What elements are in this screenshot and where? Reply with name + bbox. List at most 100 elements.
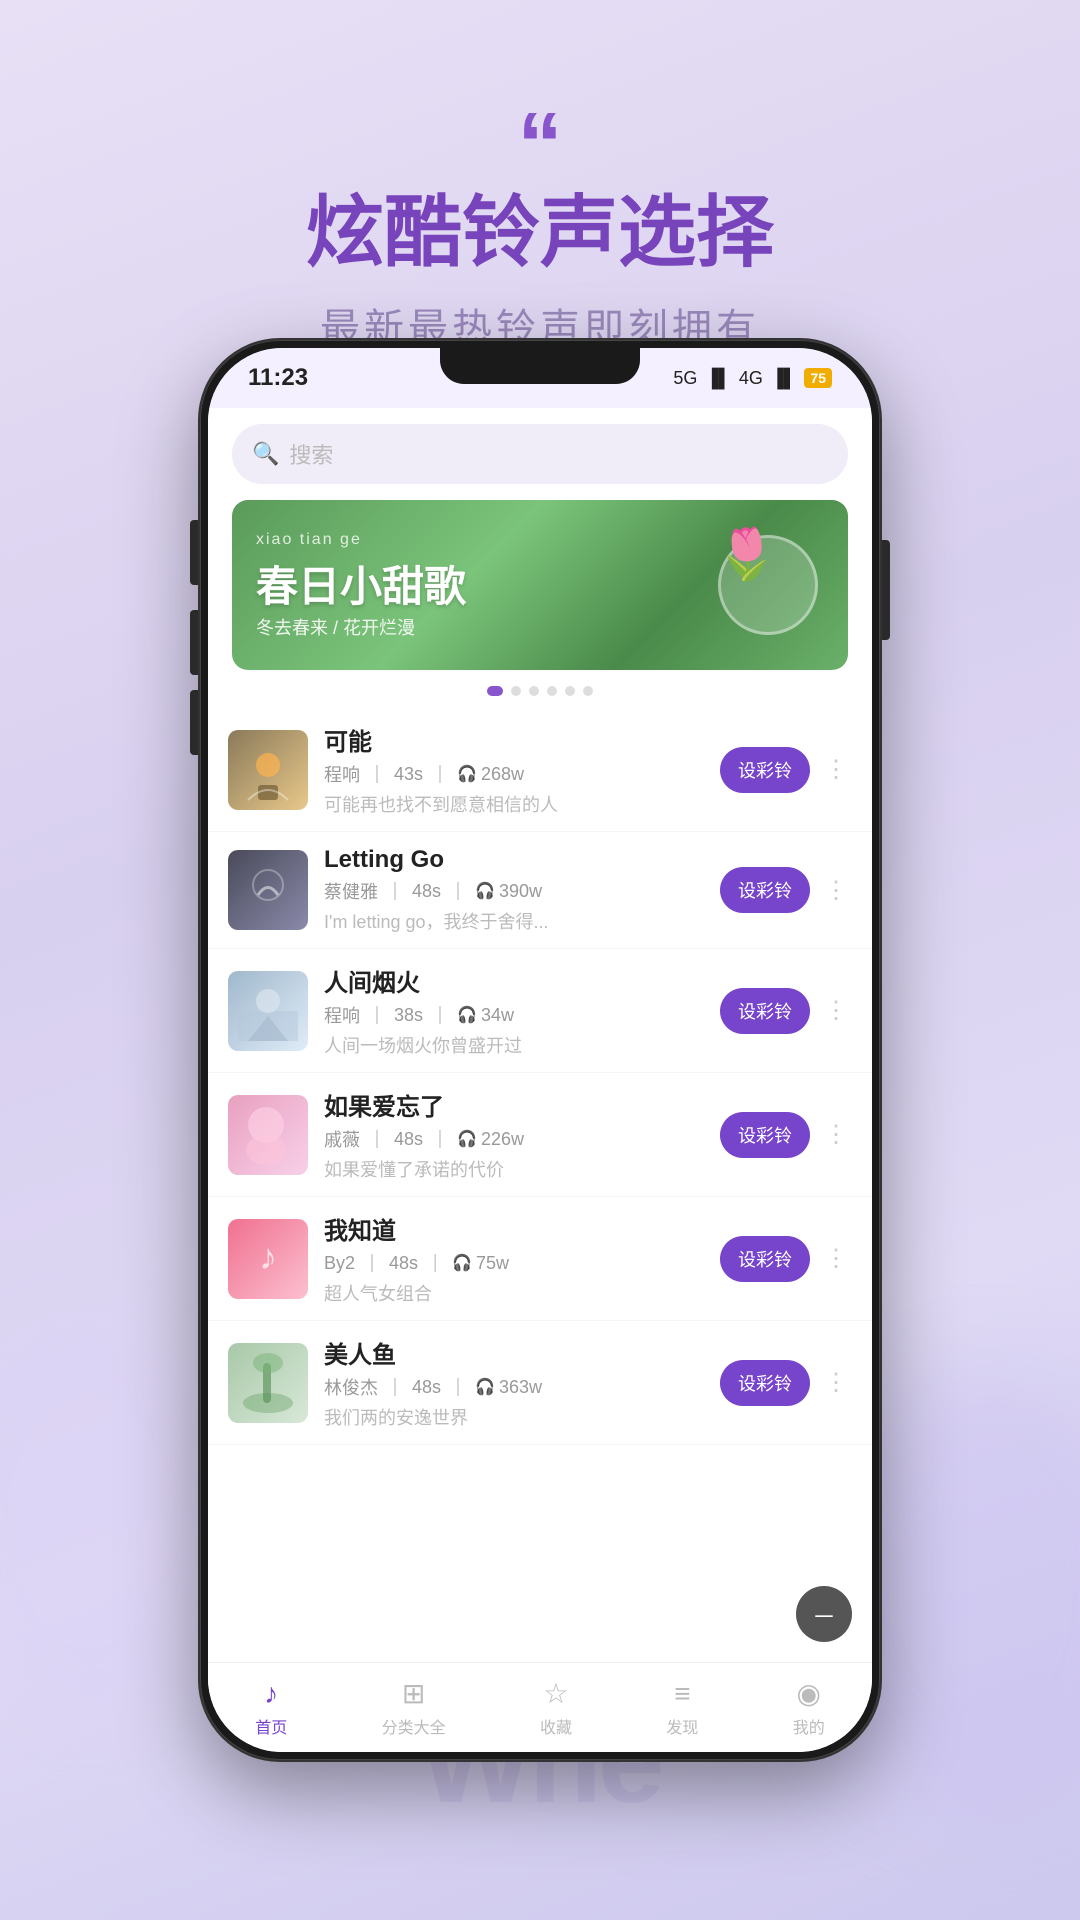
search-bar[interactable]: 🔍 搜索 xyxy=(232,424,848,484)
song-meta-2: 蔡健雅 ｜ 48s ｜ 🎧390w xyxy=(324,878,704,904)
more-btn-4[interactable]: ⋮ xyxy=(820,1116,852,1153)
song-desc-1: 可能再也找不到愿意相信的人 xyxy=(324,791,704,817)
song-title-2: Letting Go xyxy=(324,846,704,874)
song-cover-4 xyxy=(228,1095,308,1175)
banner-dot-6[interactable] xyxy=(583,686,593,696)
status-icons: 5G ▐▌ 4G ▐▌ 75 xyxy=(673,368,832,389)
song-title-1: 可能 xyxy=(324,722,704,757)
phone-notch xyxy=(440,348,640,384)
song-duration-5: 48s xyxy=(389,1253,418,1274)
song-list: 可能 程响 ｜ 43s ｜ 🎧268w 可能再也找不到愿意相信的人 设彩铃 ⋮ … xyxy=(208,708,872,1662)
set-ringtone-btn-3[interactable]: 设彩铃 xyxy=(720,988,810,1034)
song-info-6: 美人鱼 林俊杰 ｜ 48s ｜ 🎧363w 我们两的安逸世界 xyxy=(324,1335,704,1430)
more-btn-3[interactable]: ⋮ xyxy=(820,992,852,1029)
song-actions-1: 设彩铃 ⋮ xyxy=(720,747,852,793)
song-sep2: ｜ xyxy=(431,1002,449,1028)
nav-label-profile: 我的 xyxy=(793,1714,825,1738)
song-info-2: Letting Go 蔡健雅 ｜ 48s ｜ 🎧390w I'm letting… xyxy=(324,846,704,934)
song-desc-5: 超人气女组合 xyxy=(324,1280,704,1306)
song-meta-4: 戚薇 ｜ 48s ｜ 🎧226w xyxy=(324,1126,704,1152)
song-item-2: Letting Go 蔡健雅 ｜ 48s ｜ 🎧390w I'm letting… xyxy=(208,832,872,949)
song-plays-5: 🎧75w xyxy=(452,1253,509,1274)
song-actions-5: 设彩铃 ⋮ xyxy=(720,1236,852,1282)
header-quote: “ xyxy=(0,100,1080,190)
song-duration-3: 38s xyxy=(394,1005,423,1026)
set-ringtone-btn-1[interactable]: 设彩铃 xyxy=(720,747,810,793)
signal-bars-1: ▐▌ xyxy=(705,368,731,389)
headphone-icon: 🎧 xyxy=(457,764,477,784)
banner-dot-2[interactable] xyxy=(511,686,521,696)
headphone-icon: 🎧 xyxy=(457,1005,477,1025)
set-ringtone-btn-6[interactable]: 设彩铃 xyxy=(720,1360,810,1406)
nav-item-profile[interactable]: ◉ 我的 xyxy=(793,1677,825,1738)
song-info-3: 人间烟火 程响 ｜ 38s ｜ 🎧34w 人间一场烟火你曾盛开过 xyxy=(324,963,704,1058)
song-item-1: 可能 程响 ｜ 43s ｜ 🎧268w 可能再也找不到愿意相信的人 设彩铃 ⋮ xyxy=(208,708,872,832)
song-info-5: 我知道 By2 ｜ 48s ｜ 🎧75w 超人气女组合 xyxy=(324,1211,704,1306)
set-ringtone-btn-4[interactable]: 设彩铃 xyxy=(720,1112,810,1158)
nav-item-favorites[interactable]: ☆ 收藏 xyxy=(540,1677,572,1738)
song-sep2: ｜ xyxy=(426,1250,444,1276)
float-action-button[interactable]: － xyxy=(796,1586,852,1642)
banner-dot-4[interactable] xyxy=(547,686,557,696)
set-ringtone-btn-5[interactable]: 设彩铃 xyxy=(720,1236,810,1282)
search-icon: 🔍 xyxy=(252,441,279,467)
bottom-nav: ♪ 首页 ⊞ 分类大全 ☆ 收藏 ≡ 发现 ◉ 我的 xyxy=(208,1662,872,1752)
song-duration-6: 48s xyxy=(412,1377,441,1398)
svg-text:♪: ♪ xyxy=(259,1236,277,1277)
phone-shell: 11:23 5G ▐▌ 4G ▐▌ 75 🔍 搜索 xyxy=(200,340,880,1760)
banner-title-en: xiao tian ge xyxy=(256,531,824,549)
song-plays-6: 🎧363w xyxy=(475,1377,542,1398)
nav-item-home[interactable]: ♪ 首页 xyxy=(255,1678,287,1738)
song-sep2: ｜ xyxy=(449,878,467,904)
song-plays-3: 🎧34w xyxy=(457,1005,514,1026)
banner-dot-3[interactable] xyxy=(529,686,539,696)
song-meta-5: By2 ｜ 48s ｜ 🎧75w xyxy=(324,1250,704,1276)
more-btn-5[interactable]: ⋮ xyxy=(820,1240,852,1277)
song-actions-4: 设彩铃 ⋮ xyxy=(720,1112,852,1158)
more-btn-1[interactable]: ⋮ xyxy=(820,751,852,788)
header-title: 炫酷铃声选择 xyxy=(0,190,1080,276)
song-item-3: 人间烟火 程响 ｜ 38s ｜ 🎧34w 人间一场烟火你曾盛开过 设彩铃 ⋮ xyxy=(208,949,872,1073)
signal-5g-icon: 5G xyxy=(673,368,697,389)
banner-content: xiao tian ge 春日小甜歌 冬去春来 / 花开烂漫 xyxy=(232,500,848,670)
song-desc-6: 我们两的安逸世界 xyxy=(324,1404,704,1430)
more-btn-6[interactable]: ⋮ xyxy=(820,1364,852,1401)
nav-label-category: 分类大全 xyxy=(382,1714,446,1738)
headphone-icon: 🎧 xyxy=(475,1377,495,1397)
song-desc-2: I'm letting go，我终于舍得... xyxy=(324,908,704,934)
more-btn-2[interactable]: ⋮ xyxy=(820,872,852,909)
song-artist-2: 蔡健雅 xyxy=(324,878,378,904)
song-duration-2: 48s xyxy=(412,881,441,902)
song-sep1: ｜ xyxy=(368,1002,386,1028)
banner-dot-1[interactable] xyxy=(487,686,503,696)
set-ringtone-btn-2[interactable]: 设彩铃 xyxy=(720,867,810,913)
song-cover-6 xyxy=(228,1343,308,1423)
song-sep2: ｜ xyxy=(449,1374,467,1400)
song-item-6: 美人鱼 林俊杰 ｜ 48s ｜ 🎧363w 我们两的安逸世界 设彩铃 ⋮ xyxy=(208,1321,872,1445)
song-sep2: ｜ xyxy=(431,1126,449,1152)
song-item-4: 如果爱忘了 戚薇 ｜ 48s ｜ 🎧226w 如果爱懂了承诺的代价 设彩铃 ⋮ xyxy=(208,1073,872,1197)
song-artist-3: 程响 xyxy=(324,1002,360,1028)
headphone-icon: 🎧 xyxy=(452,1253,472,1273)
song-meta-1: 程响 ｜ 43s ｜ 🎧268w xyxy=(324,761,704,787)
banner-dot-5[interactable] xyxy=(565,686,575,696)
search-placeholder-text: 搜索 xyxy=(289,438,333,470)
nav-label-home: 首页 xyxy=(255,1714,287,1738)
nav-icon-profile: ◉ xyxy=(797,1677,821,1710)
song-cover-2 xyxy=(228,850,308,930)
song-sep1: ｜ xyxy=(363,1250,381,1276)
song-plays-1: 🎧268w xyxy=(457,764,524,785)
headphone-icon: 🎧 xyxy=(457,1129,477,1149)
nav-item-category[interactable]: ⊞ 分类大全 xyxy=(382,1677,446,1738)
song-sep1: ｜ xyxy=(368,761,386,787)
song-artist-1: 程响 xyxy=(324,761,360,787)
song-actions-3: 设彩铃 ⋮ xyxy=(720,988,852,1034)
banner[interactable]: xiao tian ge 春日小甜歌 冬去春来 / 花开烂漫 🌷 xyxy=(232,500,848,670)
song-item-5: ♪ 我知道 By2 ｜ 48s ｜ 🎧75w 超人气女组合 设彩铃 ⋮ xyxy=(208,1197,872,1321)
song-plays-4: 🎧226w xyxy=(457,1129,524,1150)
song-cover-1 xyxy=(228,730,308,810)
song-info-1: 可能 程响 ｜ 43s ｜ 🎧268w 可能再也找不到愿意相信的人 xyxy=(324,722,704,817)
nav-item-discover[interactable]: ≡ 发现 xyxy=(666,1678,698,1738)
signal-bars-2: ▐▌ xyxy=(771,368,797,389)
status-time: 11:23 xyxy=(248,364,308,392)
